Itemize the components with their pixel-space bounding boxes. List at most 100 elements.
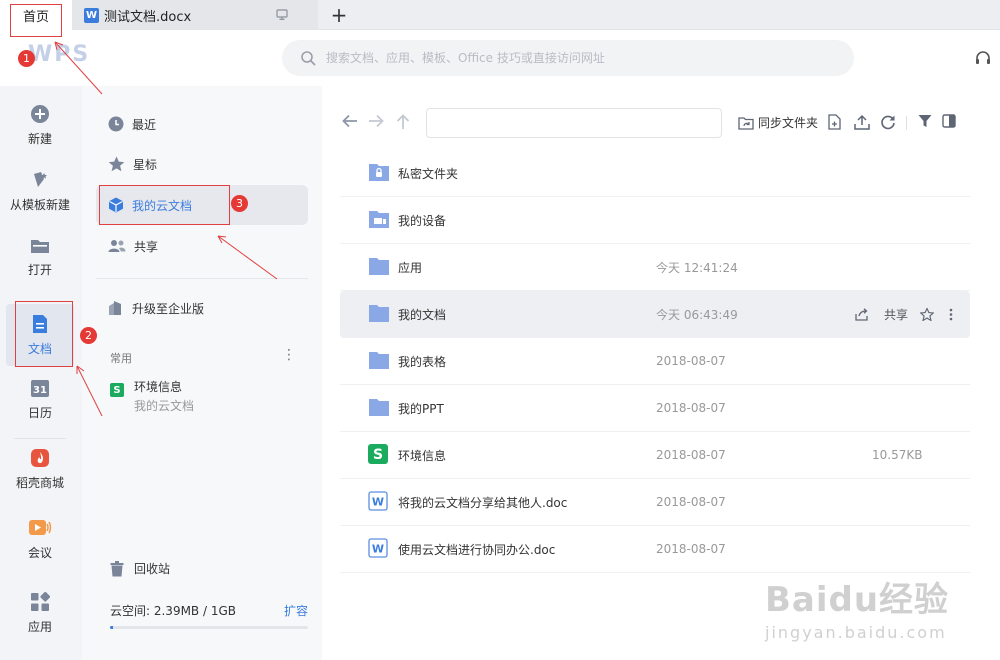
- file-name: 我的文档: [398, 307, 447, 322]
- recent-file-item[interactable]: S 环境信息 我的云文档: [110, 378, 194, 414]
- template-icon: [34, 171, 47, 187]
- nav-template[interactable]: 从模板新建: [6, 160, 74, 222]
- file-name: 我的PPT: [398, 401, 444, 416]
- nav-docer-label: 稻壳商城: [15, 475, 64, 490]
- nav-apps-label: 应用: [27, 619, 52, 634]
- file-row[interactable]: 应用 今天 12:41:24: [340, 244, 970, 291]
- building-icon: [109, 301, 121, 315]
- tab-document[interactable]: W 测试文档.docx: [72, 0, 318, 30]
- file-row[interactable]: 私密文件夹: [340, 150, 970, 197]
- search-icon: [301, 51, 316, 66]
- recent-file-location: 我的云文档: [134, 399, 195, 413]
- file-row[interactable]: S 环境信息 2018-08-07 10.57KB: [340, 432, 970, 479]
- path-input[interactable]: [426, 108, 722, 138]
- file-name: 我的表格: [398, 354, 447, 369]
- back-arrow-icon[interactable]: [342, 114, 358, 128]
- device-folder-icon: [369, 211, 389, 228]
- refresh-icon[interactable]: [880, 114, 896, 130]
- file-row[interactable]: 我的表格 2018-08-07: [340, 338, 970, 385]
- watermark-main: Baidu经验: [765, 580, 950, 620]
- file-date: 2018-08-07: [656, 401, 726, 415]
- word-doc-icon-letter: W: [372, 496, 384, 509]
- meeting-icon: [29, 519, 52, 535]
- annotation-badge-1: 1: [18, 50, 35, 67]
- tab-document-label: 测试文档.docx: [104, 9, 192, 25]
- folder-icon: [369, 305, 389, 322]
- section-title: 常用: [110, 352, 132, 365]
- file-row[interactable]: W 使用云文档进行协同办公.doc 2018-08-07: [340, 526, 970, 573]
- panel-toggle-icon[interactable]: [942, 114, 956, 128]
- nav-docer[interactable]: 稻壳商城: [6, 438, 74, 500]
- headset-icon[interactable]: [974, 49, 992, 67]
- nav-new[interactable]: 新建: [6, 94, 74, 156]
- storage-info: 云空间: 2.39MB / 1GB 扩容: [110, 602, 308, 629]
- file-name: 私密文件夹: [398, 166, 459, 181]
- file-date: 2018-08-07: [656, 542, 726, 556]
- nav-open[interactable]: 打开: [6, 226, 74, 288]
- sidebar-item-label: 升级至企业版: [132, 301, 205, 316]
- nav-calendar[interactable]: 31 日历: [6, 368, 74, 430]
- storage-bar: [110, 626, 308, 629]
- annotation-badge-3: 3: [231, 195, 248, 212]
- left-nav: 新建 从模板新建 打开 文档 31 日历 稻壳商城 会议 应用: [0, 86, 82, 660]
- sidebar-item-recent[interactable]: 最近: [96, 104, 308, 144]
- row-actions: 共享: [843, 306, 956, 323]
- up-arrow-icon[interactable]: [396, 114, 410, 130]
- file-list: 私密文件夹 我的设备 应用 今天 12:41:24 我的文档 今天 06:43:…: [340, 150, 970, 573]
- sync-folder-button[interactable]: 同步文件夹: [738, 114, 818, 131]
- folder-icon: [369, 352, 389, 369]
- search-input[interactable]: [326, 51, 826, 65]
- file-row[interactable]: 我的文档 今天 06:43:49 共享: [340, 291, 970, 338]
- plus-circle-icon: [31, 104, 49, 123]
- file-date: 2018-08-07: [656, 448, 726, 462]
- expand-storage-link[interactable]: 扩容: [284, 602, 308, 619]
- spreadsheet-icon: S: [368, 444, 388, 464]
- more-button[interactable]: [949, 308, 956, 321]
- annotation-box-1: [10, 4, 62, 37]
- star-button[interactable]: [920, 307, 937, 321]
- forward-arrow-icon[interactable]: [368, 114, 384, 128]
- clock-icon: [108, 116, 124, 132]
- monitor-icon[interactable]: [276, 9, 288, 20]
- word-doc-icon-letter: W: [372, 543, 384, 556]
- private-folder-icon: [369, 164, 389, 181]
- sidebar-item-label: 共享: [134, 239, 159, 254]
- sidebar-item-label: 最近: [132, 117, 157, 132]
- folder-icon: [369, 258, 389, 275]
- nav-open-label: 打开: [27, 262, 52, 277]
- file-row[interactable]: 我的设备: [340, 197, 970, 244]
- spreadsheet-icon: S: [110, 383, 124, 397]
- recycle-bin[interactable]: 回收站: [110, 560, 170, 577]
- star-icon: [108, 156, 125, 172]
- file-name: 应用: [398, 260, 423, 275]
- trash-icon: [110, 560, 124, 576]
- nav-apps[interactable]: 应用: [6, 582, 74, 644]
- watermark-sub: jingyan.baidu.com: [765, 623, 947, 642]
- search-bar[interactable]: [282, 40, 854, 76]
- apps-icon: [31, 591, 50, 611]
- share-label: 共享: [883, 307, 908, 322]
- new-tab-button[interactable]: +: [328, 0, 350, 30]
- new-file-icon[interactable]: [828, 114, 842, 130]
- share-button[interactable]: 共享: [855, 306, 908, 323]
- nav-meeting[interactable]: 会议: [6, 508, 74, 570]
- sidebar-item-shared[interactable]: 共享: [96, 226, 308, 266]
- file-name: 我的设备: [398, 213, 447, 228]
- file-date: 今天 12:41:24: [656, 260, 738, 275]
- sidebar-divider: [96, 278, 308, 279]
- storage-bar-fill: [110, 626, 113, 629]
- file-row[interactable]: 我的PPT 2018-08-07: [340, 385, 970, 432]
- more-icon[interactable]: ⋮: [282, 347, 296, 363]
- calendar-icon-glyph: 31: [33, 385, 47, 396]
- annotation-badge-2: 2: [80, 327, 97, 344]
- filter-icon[interactable]: [918, 114, 932, 128]
- nav-calendar-label: 日历: [27, 405, 52, 420]
- sidebar-item-label: 星标: [133, 157, 158, 172]
- sidebar-item-upgrade[interactable]: 升级至企业版: [96, 288, 308, 328]
- sidebar-item-starred[interactable]: 星标: [96, 144, 308, 184]
- file-size: 10.57KB: [872, 448, 923, 462]
- star-outline-icon: [920, 307, 934, 321]
- recycle-bin-label: 回收站: [134, 562, 171, 576]
- upload-icon[interactable]: [854, 114, 870, 130]
- file-row[interactable]: W 将我的云文档分享给其他人.doc 2018-08-07: [340, 479, 970, 526]
